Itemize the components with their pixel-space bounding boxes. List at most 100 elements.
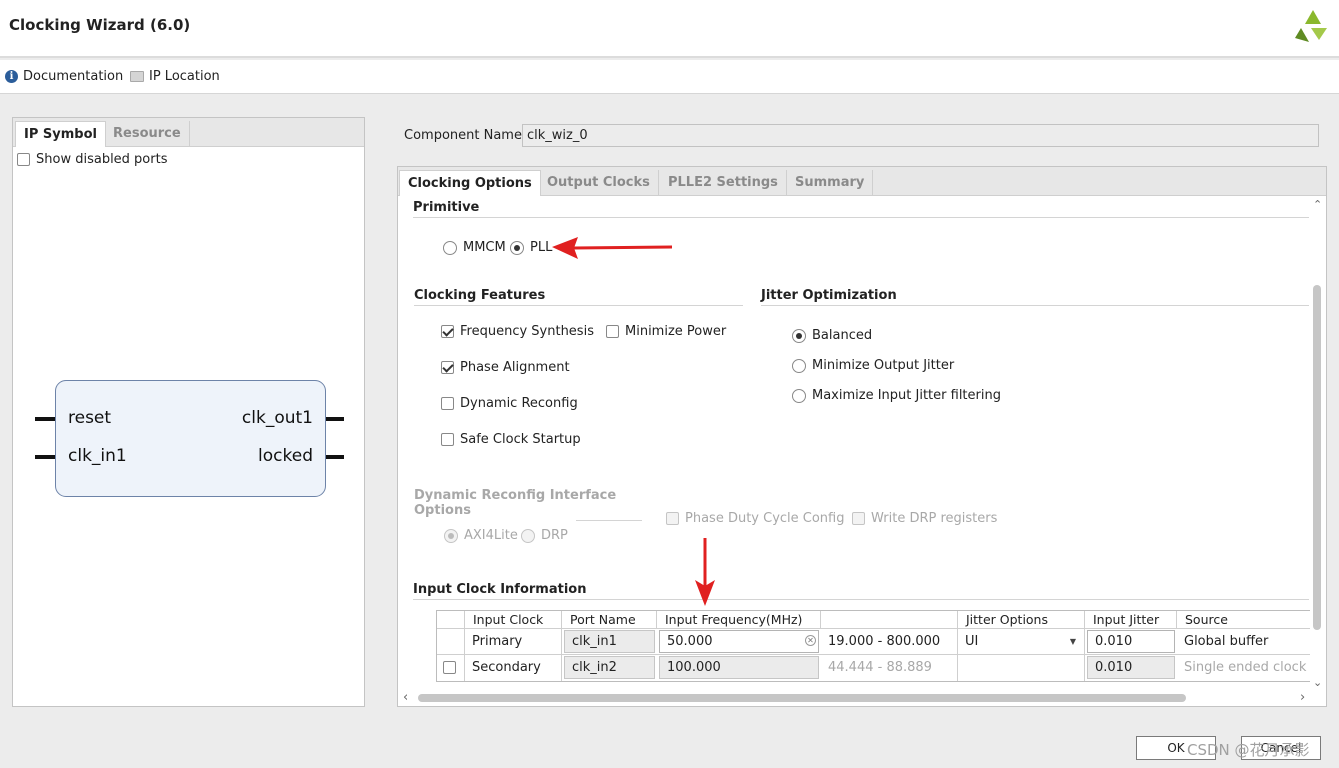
- maximize-input-jitter-label: Maximize Input Jitter filtering: [812, 388, 1001, 403]
- cell-input-frequency[interactable]: 50.000: [659, 630, 819, 653]
- safe-clock-startup-checkbox[interactable]: [441, 433, 454, 446]
- phase-alignment-label: Phase Alignment: [460, 360, 570, 375]
- ip-block-symbol: reset clk_in1 clk_out1 locked: [55, 380, 326, 497]
- cell-input-frequency[interactable]: 100.000: [659, 656, 819, 679]
- table-header-input-clock: Input Clock: [465, 611, 562, 629]
- component-name-field[interactable]: clk_wiz_0: [522, 124, 1319, 147]
- scroll-left-icon[interactable]: ‹: [403, 690, 408, 705]
- frequency-synthesis-checkbox[interactable]: [441, 325, 454, 338]
- clk-out1-pin: [324, 417, 344, 421]
- maximize-input-jitter-option[interactable]: Maximize Input Jitter filtering: [792, 388, 1001, 403]
- chevron-down-icon: ▼: [1069, 637, 1076, 646]
- tab-ip-symbol[interactable]: IP Symbol: [15, 121, 106, 147]
- write-drp-checkbox[interactable]: [852, 512, 865, 525]
- jitter-optimization-heading: Jitter Optimization: [761, 288, 897, 303]
- cell-input-jitter[interactable]: 0.010: [1087, 630, 1175, 653]
- mmcm-radio[interactable]: [443, 240, 457, 255]
- axi4lite-option[interactable]: AXI4Lite: [444, 528, 518, 543]
- phase-alignment-checkbox[interactable]: [441, 361, 454, 374]
- drp-option[interactable]: DRP: [521, 528, 568, 543]
- minimize-output-jitter-radio[interactable]: [792, 358, 806, 373]
- table-header-port-name: Port Name: [562, 611, 657, 629]
- axi4lite-radio[interactable]: [444, 528, 458, 543]
- table-row: Secondary clk_in2 100.000 44.444 - 88.88…: [437, 655, 1310, 681]
- scroll-right-icon[interactable]: ›: [1300, 690, 1305, 705]
- vendor-logo-icon: [1295, 10, 1327, 42]
- toolbar: i Documentation IP Location: [0, 60, 1339, 94]
- dynamic-reconfig-label: Dynamic Reconfig: [460, 396, 578, 411]
- ip-location-link[interactable]: IP Location: [130, 69, 220, 84]
- safe-clock-startup-option[interactable]: Safe Clock Startup: [441, 432, 581, 447]
- phase-duty-cycle-checkbox[interactable]: [666, 512, 679, 525]
- annotation-arrow-pll: [552, 237, 673, 259]
- title-bar: Clocking Wizard (6.0): [0, 0, 1339, 58]
- port-reset: reset: [68, 408, 112, 428]
- safe-clock-startup-label: Safe Clock Startup: [460, 432, 581, 447]
- tab-resource[interactable]: Resource: [105, 121, 190, 147]
- cell-input-jitter[interactable]: 0.010: [1087, 656, 1175, 679]
- port-locked: locked: [258, 446, 313, 466]
- maximize-input-jitter-radio[interactable]: [792, 388, 806, 403]
- folder-icon: [130, 71, 144, 82]
- table-header-jitter-options: Jitter Options: [958, 611, 1085, 629]
- primitive-pll-option[interactable]: PLL: [510, 240, 552, 255]
- row-select-empty: [437, 629, 465, 655]
- minimize-output-jitter-option[interactable]: Minimize Output Jitter: [792, 358, 954, 373]
- vertical-scroll-thumb[interactable]: [1313, 285, 1321, 630]
- cell-input-clock: Primary: [465, 629, 562, 655]
- phase-alignment-option[interactable]: Phase Alignment: [441, 360, 570, 375]
- show-disabled-ports-label: Show disabled ports: [36, 152, 168, 167]
- pll-radio[interactable]: [510, 240, 524, 255]
- cell-frequency-range: 44.444 - 88.889: [821, 655, 958, 681]
- watermark: CSDN @花月承影: [1187, 741, 1310, 759]
- dri-heading-line2: Options: [414, 503, 471, 518]
- tab-summary[interactable]: Summary: [787, 170, 874, 196]
- show-disabled-ports-checkbox[interactable]: [17, 153, 30, 166]
- write-drp-option[interactable]: Write DRP registers: [852, 511, 997, 526]
- row-select-cell[interactable]: [437, 655, 465, 681]
- dynamic-reconfig-checkbox[interactable]: [441, 397, 454, 410]
- secondary-enable-checkbox[interactable]: [443, 661, 456, 674]
- scroll-down-icon[interactable]: ⌄: [1313, 676, 1322, 689]
- component-name-label: Component Name: [404, 128, 522, 143]
- cell-port-name[interactable]: clk_in2: [564, 656, 655, 679]
- left-tabbar: IP Symbol Resource: [13, 118, 364, 147]
- dynamic-reconfig-option[interactable]: Dynamic Reconfig: [441, 396, 578, 411]
- show-disabled-ports-option[interactable]: Show disabled ports: [17, 152, 167, 167]
- balanced-option[interactable]: Balanced: [792, 328, 872, 343]
- table-row: Primary clk_in1 50.000 ✕ 19.000 - 800.00…: [437, 629, 1310, 655]
- jitter-options-dropdown[interactable]: UI ▼: [958, 629, 1085, 655]
- minimize-power-checkbox[interactable]: [606, 325, 619, 338]
- table-header-input-jitter: Input Jitter: [1085, 611, 1177, 629]
- clear-icon[interactable]: ✕: [805, 635, 816, 646]
- write-drp-label: Write DRP registers: [871, 511, 998, 526]
- input-clock-divider: [413, 599, 1309, 600]
- scroll-up-icon[interactable]: ⌃: [1313, 198, 1322, 211]
- tab-clocking-options[interactable]: Clocking Options: [399, 170, 541, 196]
- primitive-mmcm-option[interactable]: MMCM: [443, 240, 506, 255]
- tab-output-clocks[interactable]: Output Clocks: [539, 170, 659, 196]
- table-header-source: Source: [1177, 611, 1310, 629]
- ip-symbol-panel: IP Symbol Resource Show disabled ports r…: [12, 117, 365, 707]
- drp-radio[interactable]: [521, 528, 535, 543]
- annotation-arrow-frequency: [695, 538, 715, 606]
- minimize-power-label: Minimize Power: [625, 324, 727, 339]
- documentation-label: Documentation: [23, 69, 124, 84]
- clocking-features-divider: [414, 305, 743, 306]
- balanced-radio[interactable]: [792, 328, 806, 343]
- minimize-power-option[interactable]: Minimize Power: [606, 324, 726, 339]
- phase-duty-cycle-option[interactable]: Phase Duty Cycle Config: [666, 511, 845, 526]
- frequency-synthesis-option[interactable]: Frequency Synthesis: [441, 324, 594, 339]
- cell-port-name[interactable]: clk_in1: [564, 630, 655, 653]
- mmcm-label: MMCM: [463, 240, 506, 255]
- frequency-synthesis-label: Frequency Synthesis: [460, 324, 594, 339]
- table-header-range: [821, 611, 958, 629]
- tab-plle2-settings[interactable]: PLLE2 Settings: [660, 170, 787, 196]
- info-icon: i: [5, 70, 18, 83]
- documentation-link[interactable]: i Documentation: [5, 69, 123, 84]
- clk-in1-pin: [35, 455, 55, 459]
- reset-pin: [35, 417, 55, 421]
- horizontal-scroll-thumb[interactable]: [418, 694, 1186, 702]
- balanced-label: Balanced: [812, 328, 873, 343]
- cell-source[interactable]: Global buffer: [1177, 629, 1310, 655]
